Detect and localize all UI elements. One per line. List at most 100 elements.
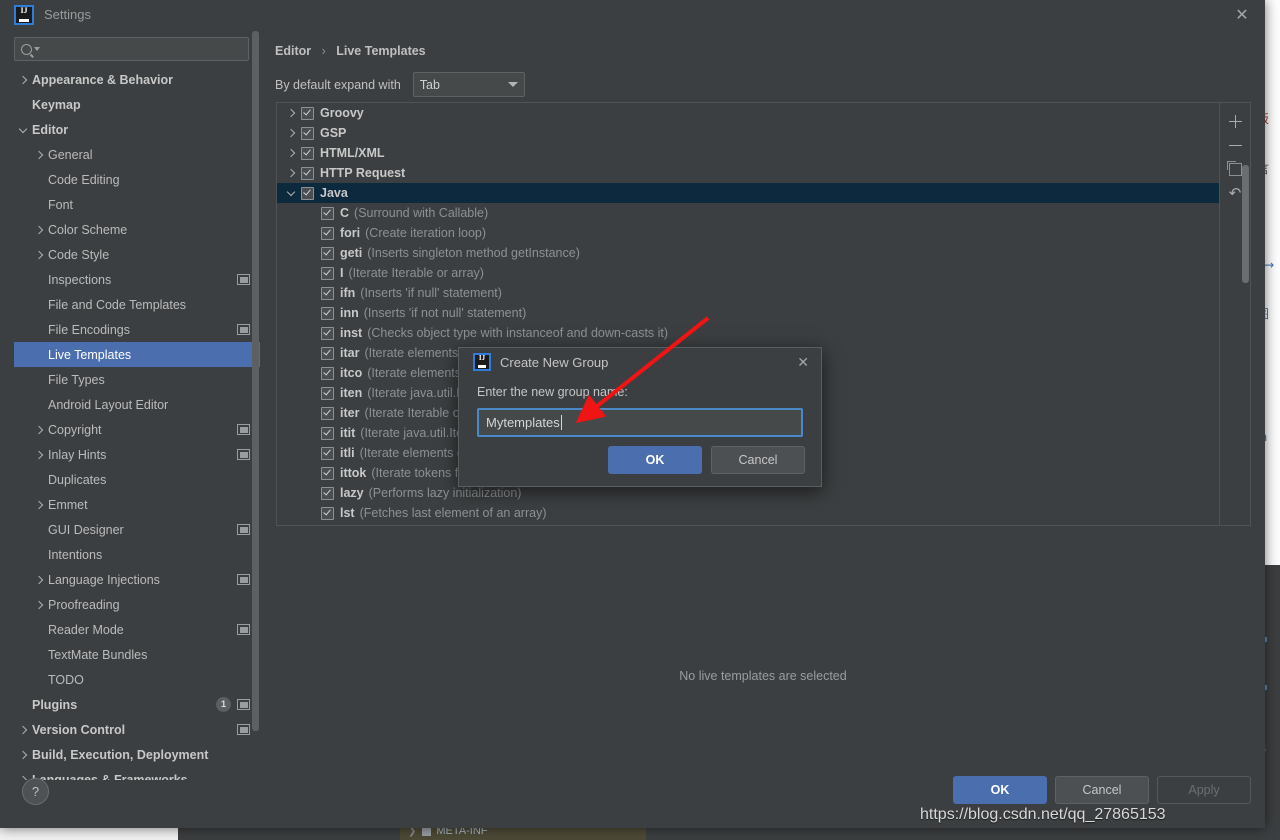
sidebar-item-general[interactable]: General: [14, 142, 260, 167]
group-checkbox[interactable]: [301, 106, 314, 120]
templates-scrollbar[interactable]: [1242, 165, 1249, 283]
sidebar-item-language-injections[interactable]: Language Injections: [14, 567, 260, 592]
template-checkbox[interactable]: [321, 206, 334, 220]
sidebar-item-todo[interactable]: TODO: [14, 667, 260, 692]
close-icon[interactable]: ✕: [1225, 2, 1259, 28]
chevron-right-icon[interactable]: [281, 130, 301, 136]
sidebar-item-file-encodings[interactable]: File Encodings: [14, 317, 260, 342]
modal-ok-button[interactable]: OK: [608, 446, 702, 474]
sidebar-item-label: Font: [48, 197, 74, 212]
sidebar-item-editor[interactable]: Editor: [14, 117, 260, 142]
template-row[interactable]: I (Iterate Iterable or array): [277, 263, 1219, 283]
sidebar-item-copyright[interactable]: Copyright: [14, 417, 260, 442]
chevron-down-icon[interactable]: [14, 126, 32, 134]
template-group-row[interactable]: HTML/XML: [277, 143, 1219, 163]
sidebar-item-keymap[interactable]: Keymap: [14, 92, 260, 117]
chevron-down-icon[interactable]: [281, 189, 301, 197]
chevron-right-icon[interactable]: [30, 227, 48, 233]
chevron-down-icon: [507, 82, 518, 87]
sidebar-item-color-scheme[interactable]: Color Scheme: [14, 217, 260, 242]
template-checkbox[interactable]: [321, 486, 334, 500]
sidebar-item-textmate-bundles[interactable]: TextMate Bundles: [14, 642, 260, 667]
template-row[interactable]: lst (Fetches last element of an array): [277, 503, 1219, 523]
sidebar-item-live-templates[interactable]: Live Templates: [14, 342, 260, 367]
template-checkbox[interactable]: [321, 506, 334, 520]
group-checkbox[interactable]: [301, 166, 314, 180]
template-row[interactable]: C (Surround with Callable): [277, 203, 1219, 223]
template-group-row[interactable]: HTTP Request: [277, 163, 1219, 183]
add-button[interactable]: [1223, 109, 1247, 133]
chevron-right-icon[interactable]: [14, 752, 32, 758]
template-checkbox[interactable]: [321, 246, 334, 260]
template-checkbox[interactable]: [321, 406, 334, 420]
template-checkbox[interactable]: [321, 286, 334, 300]
template-row[interactable]: geti (Inserts singleton method getInstanc…: [277, 243, 1219, 263]
template-checkbox[interactable]: [321, 366, 334, 380]
sidebar-item-gui-designer[interactable]: GUI Designer: [14, 517, 260, 542]
sidebar-item-build-execution-deployment[interactable]: Build, Execution, Deployment: [14, 742, 260, 767]
template-row[interactable]: inn (Inserts 'if not null' statement): [277, 303, 1219, 323]
group-checkbox[interactable]: [301, 186, 314, 200]
template-checkbox[interactable]: [321, 226, 334, 240]
chevron-right-icon[interactable]: [14, 77, 32, 83]
template-checkbox[interactable]: [321, 346, 334, 360]
chevron-right-icon[interactable]: [281, 110, 301, 116]
sidebar-item-emmet[interactable]: Emmet: [14, 492, 260, 517]
remove-button[interactable]: [1223, 133, 1247, 157]
template-group-row[interactable]: Java: [277, 183, 1219, 203]
sidebar-item-android-layout-editor[interactable]: Android Layout Editor: [14, 392, 260, 417]
template-checkbox[interactable]: [321, 266, 334, 280]
ok-button[interactable]: OK: [953, 776, 1047, 804]
expand-with-select[interactable]: Tab: [412, 72, 525, 97]
template-row[interactable]: inst (Checks object type with instanceof …: [277, 323, 1219, 343]
template-checkbox[interactable]: [321, 426, 334, 440]
chevron-right-icon[interactable]: [30, 577, 48, 583]
chevron-right-icon[interactable]: [281, 150, 301, 156]
template-checkbox[interactable]: [321, 466, 334, 480]
sidebar-item-file-types[interactable]: File Types: [14, 367, 260, 392]
sidebar-item-languages-frameworks[interactable]: Languages & Frameworks: [14, 767, 260, 781]
sidebar-item-duplicates[interactable]: Duplicates: [14, 467, 260, 492]
search-input[interactable]: [40, 41, 242, 57]
chevron-right-icon[interactable]: [30, 452, 48, 458]
close-icon[interactable]: ✕: [797, 354, 813, 371]
breadcrumb-root[interactable]: Editor: [275, 44, 311, 58]
sidebar-item-inlay-hints[interactable]: Inlay Hints: [14, 442, 260, 467]
template-checkbox[interactable]: [321, 306, 334, 320]
search-box[interactable]: [14, 37, 249, 61]
chevron-right-icon[interactable]: [30, 602, 48, 608]
project-scope-icon: [237, 574, 250, 585]
group-checkbox[interactable]: [301, 126, 314, 140]
chevron-right-icon[interactable]: [281, 170, 301, 176]
template-checkbox[interactable]: [321, 326, 334, 340]
sidebar-item-code-style[interactable]: Code Style: [14, 242, 260, 267]
sidebar-scrollbar[interactable]: [252, 31, 259, 731]
chevron-right-icon[interactable]: [30, 252, 48, 258]
sidebar-item-appearance-behavior[interactable]: Appearance & Behavior: [14, 67, 260, 92]
modal-cancel-button[interactable]: Cancel: [711, 446, 805, 474]
chevron-right-icon[interactable]: [30, 502, 48, 508]
chevron-right-icon[interactable]: [14, 727, 32, 733]
sidebar-item-plugins[interactable]: Plugins 1: [14, 692, 260, 717]
chevron-right-icon[interactable]: [30, 427, 48, 433]
cancel-button[interactable]: Cancel: [1055, 776, 1149, 804]
sidebar-item-proofreading[interactable]: Proofreading: [14, 592, 260, 617]
help-button[interactable]: ?: [22, 778, 49, 805]
sidebar-item-reader-mode[interactable]: Reader Mode: [14, 617, 260, 642]
template-group-row[interactable]: GSP: [277, 123, 1219, 143]
sidebar-item-version-control[interactable]: Version Control: [14, 717, 260, 742]
template-group-row[interactable]: Groovy: [277, 103, 1219, 123]
template-row[interactable]: ifn (Inserts 'if null' statement): [277, 283, 1219, 303]
chevron-right-icon[interactable]: [30, 152, 48, 158]
sidebar-item-inspections[interactable]: Inspections: [14, 267, 260, 292]
group-name-input[interactable]: Mytemplates: [477, 408, 803, 437]
template-checkbox[interactable]: [321, 386, 334, 400]
sidebar-item-font[interactable]: Font: [14, 192, 260, 217]
group-checkbox[interactable]: [301, 146, 314, 160]
sidebar-item-code-editing[interactable]: Code Editing: [14, 167, 260, 192]
sidebar-item-file-and-code-templates[interactable]: File and Code Templates: [14, 292, 260, 317]
settings-category-tree[interactable]: Appearance & Behavior Keymap Editor General…: [14, 67, 260, 780]
template-row[interactable]: fori (Create iteration loop): [277, 223, 1219, 243]
template-checkbox[interactable]: [321, 446, 334, 460]
sidebar-item-intentions[interactable]: Intentions: [14, 542, 260, 567]
